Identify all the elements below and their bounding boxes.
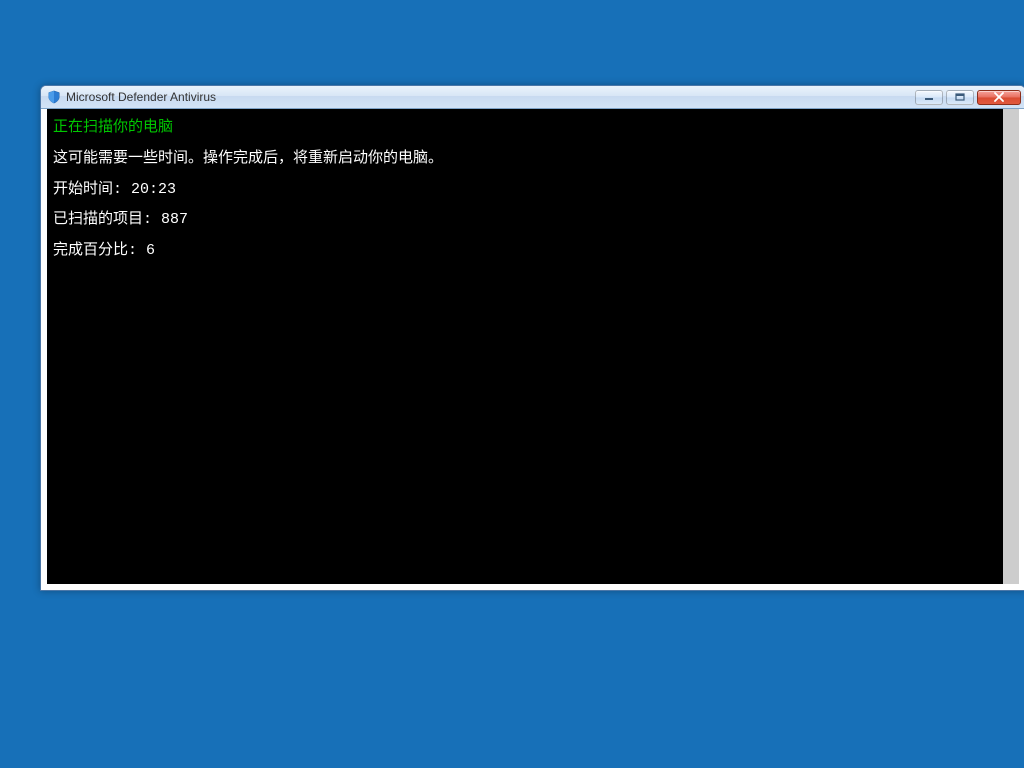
console-output: 正在扫描你的电脑 这可能需要一些时间。操作完成后，将重新启动你的电脑。 开始时间… [47, 109, 1003, 584]
start-time-line: 开始时间: 20:23 [53, 175, 997, 206]
scan-heading: 正在扫描你的电脑 [53, 113, 997, 144]
maximize-icon [955, 93, 965, 101]
maximize-button[interactable] [946, 90, 974, 105]
close-icon [993, 92, 1005, 102]
start-time-value: 20:23 [131, 181, 176, 198]
close-button[interactable] [977, 90, 1021, 105]
scroll-thumb[interactable] [1003, 109, 1019, 584]
console-scrollbar[interactable] [1003, 109, 1019, 584]
percent-label: 完成百分比: [53, 242, 146, 259]
window-controls [915, 90, 1021, 105]
scanned-items-value: 887 [161, 211, 188, 228]
minimize-icon [924, 93, 934, 101]
percent-value: 6 [146, 242, 155, 259]
percent-line: 完成百分比: 6 [53, 236, 997, 267]
console-area: 正在扫描你的电脑 这可能需要一些时间。操作完成后，将重新启动你的电脑。 开始时间… [47, 109, 1019, 584]
app-window: Microsoft Defender Antivirus 正在扫 [40, 85, 1024, 591]
scanned-items-line: 已扫描的项目: 887 [53, 205, 997, 236]
titlebar[interactable]: Microsoft Defender Antivirus [41, 86, 1024, 109]
start-time-label: 开始时间: [53, 181, 131, 198]
scan-description: 这可能需要一些时间。操作完成后，将重新启动你的电脑。 [53, 144, 997, 175]
defender-shield-icon [47, 90, 61, 104]
scanned-items-label: 已扫描的项目: [53, 211, 161, 228]
window-title: Microsoft Defender Antivirus [66, 90, 915, 104]
minimize-button[interactable] [915, 90, 943, 105]
